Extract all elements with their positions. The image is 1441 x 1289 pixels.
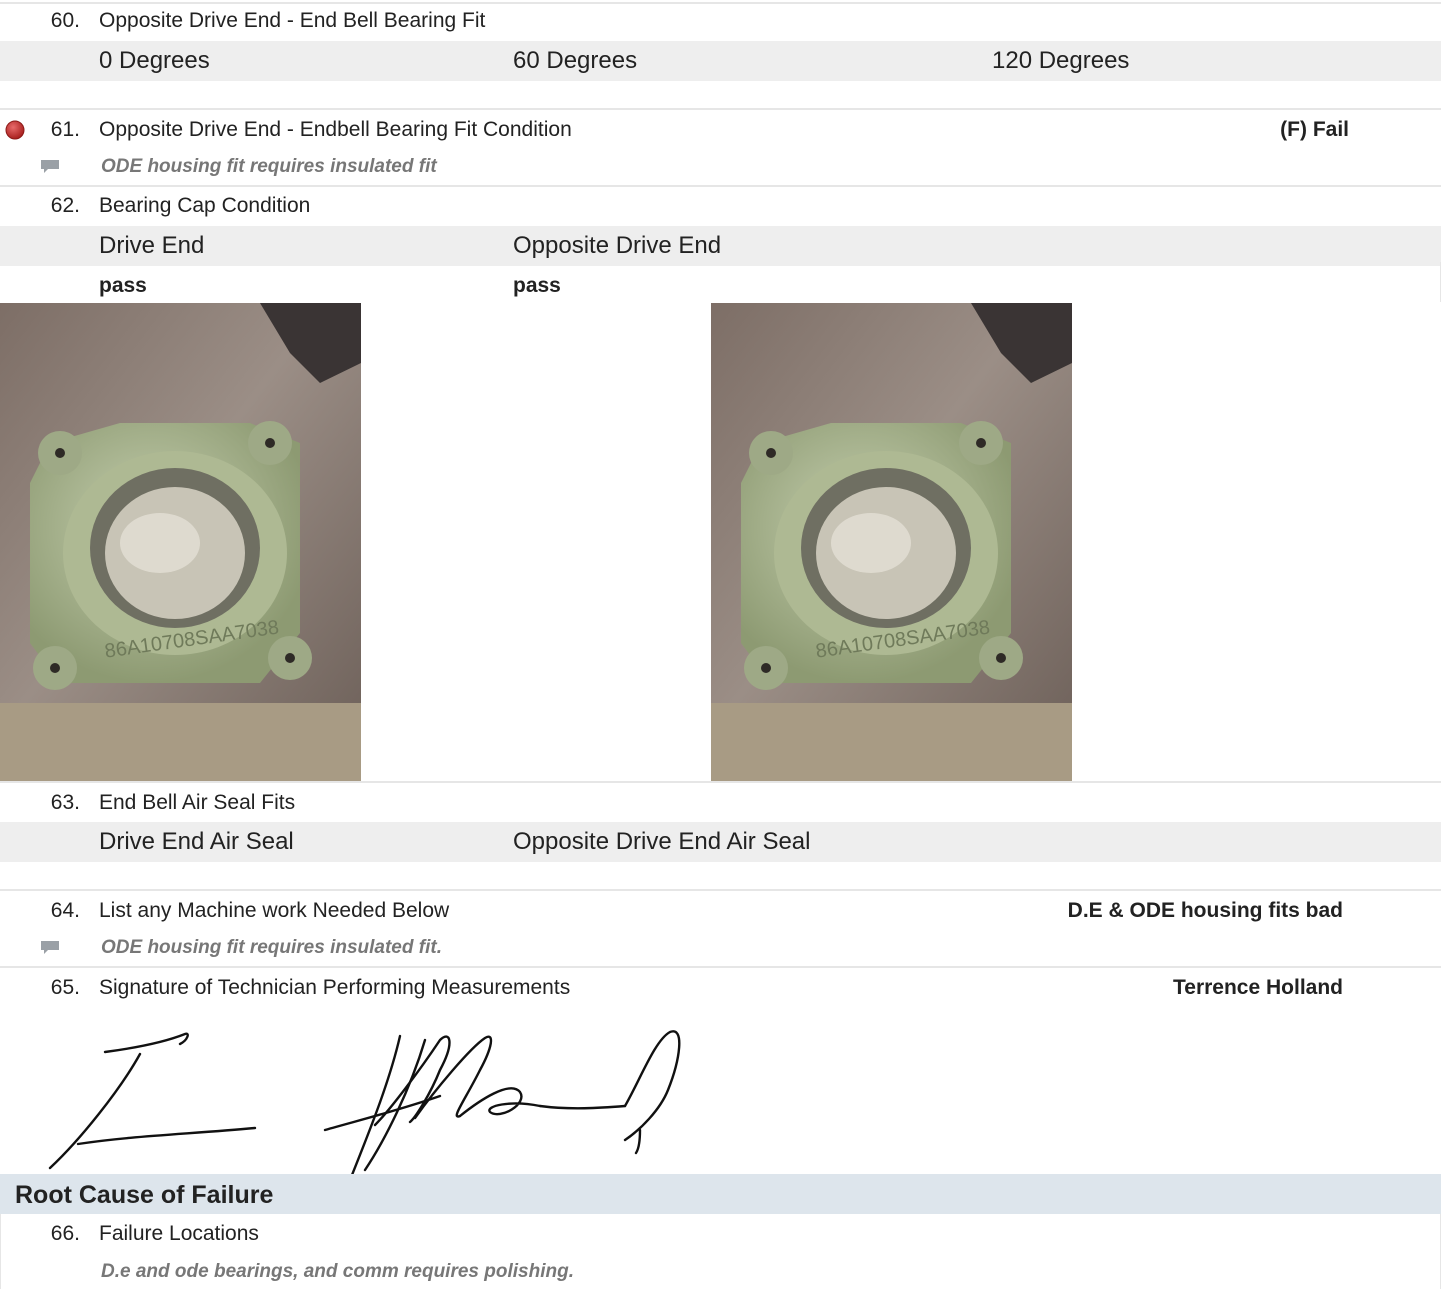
item-comment: D.e and ode bearings, and comm requires …	[101, 1261, 574, 1282]
comment-icon	[40, 159, 60, 180]
column-header: 60 Degrees	[513, 47, 638, 74]
section-header: Root Cause of Failure	[0, 1174, 1441, 1214]
column-header: 120 Degrees	[992, 47, 1130, 74]
item-comment: ODE housing fit requires insulated fit	[101, 156, 437, 177]
item-number: 61.	[50, 118, 80, 141]
item-label: Opposite Drive End - End Bell Bearing Fi…	[99, 9, 486, 32]
divider	[0, 889, 1441, 891]
item-number: 63.	[50, 791, 80, 814]
divider	[0, 966, 1441, 968]
column-header: 0 Degrees	[99, 47, 210, 74]
comment-icon	[40, 940, 60, 961]
divider	[0, 2, 1441, 4]
section-title: Root Cause of Failure	[15, 1181, 274, 1209]
item-label: Bearing Cap Condition	[99, 194, 311, 217]
item-answer: Terrence Holland	[1173, 976, 1343, 999]
divider	[0, 781, 1441, 783]
item-answer: D.E & ODE housing fits bad	[1067, 899, 1343, 922]
item-number: 64.	[50, 899, 80, 922]
technician-signature	[40, 1020, 700, 1182]
divider	[0, 1214, 1, 1289]
item-number: 62.	[50, 194, 80, 217]
item-label: List any Machine work Needed Below	[99, 899, 450, 922]
divider	[0, 108, 1441, 110]
bearing-cap-photo-drive-end[interactable]: 86A10708SAA7038	[0, 303, 361, 782]
column-value: pass	[513, 274, 561, 297]
column-header-band	[0, 41, 1441, 81]
item-number: 65.	[50, 976, 80, 999]
item-number: 66.	[50, 1222, 80, 1245]
item-label: End Bell Air Seal Fits	[99, 791, 296, 814]
column-header: Opposite Drive End	[513, 232, 722, 259]
divider	[0, 185, 1441, 187]
item-number: 60.	[50, 9, 80, 32]
column-header: Drive End	[99, 232, 205, 259]
column-value: pass	[99, 274, 147, 297]
bearing-cap-photo-opposite-drive-end[interactable]: 86A10708SAA7038	[711, 303, 1072, 782]
item-label: Opposite Drive End - Endbell Bearing Fit…	[99, 118, 572, 141]
column-header: Drive End Air Seal	[99, 828, 294, 855]
item-answer: (F) Fail	[1280, 118, 1349, 141]
item-comment: ODE housing fit requires insulated fit.	[101, 937, 442, 958]
item-label: Signature of Technician Performing Measu…	[99, 976, 571, 999]
column-header: Opposite Drive End Air Seal	[513, 828, 811, 855]
item-label: Failure Locations	[99, 1222, 259, 1245]
